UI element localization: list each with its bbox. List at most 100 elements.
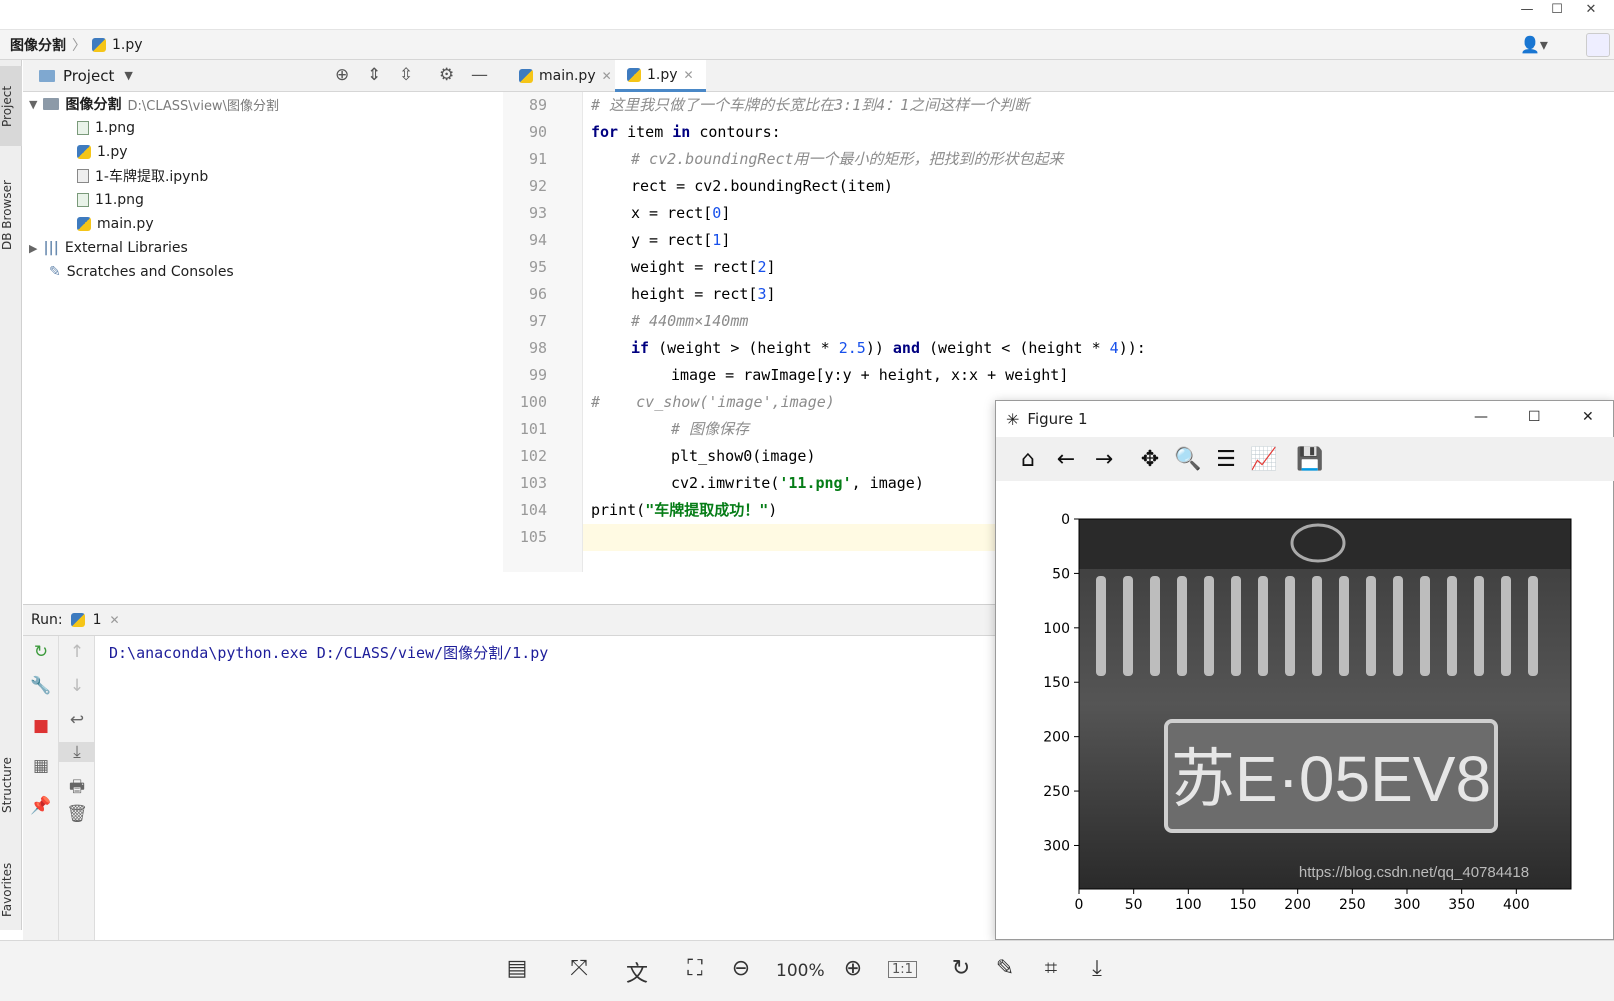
- pan-icon[interactable]: ✥: [1136, 445, 1164, 473]
- tree-item-file[interactable]: 11.png: [77, 188, 144, 212]
- scroll-to-end-icon[interactable]: ⤓: [59, 742, 95, 762]
- close-button[interactable]: ✕: [1580, 2, 1602, 17]
- close-tab-icon[interactable]: ✕: [109, 613, 119, 627]
- line-number: 97: [528, 312, 547, 330]
- trash-icon[interactable]: 🗑: [59, 804, 95, 824]
- edit-axes-icon[interactable]: 📈: [1250, 445, 1278, 473]
- line-number: 94: [528, 231, 547, 249]
- image-file-icon: [77, 121, 89, 135]
- layout-icon[interactable]: ▤: [502, 956, 532, 981]
- zoom-icon[interactable]: 🔍: [1174, 445, 1202, 473]
- breadcrumb-separator: 〉: [72, 37, 86, 54]
- line-number: 104: [519, 501, 547, 519]
- tree-item-file[interactable]: 1.py: [77, 140, 128, 164]
- tool-tab-db-browser[interactable]: DB Browser: [0, 160, 22, 270]
- close-button[interactable]: ✕: [1582, 409, 1594, 425]
- hide-panel-icon[interactable]: —: [471, 65, 488, 85]
- grille-bar: [1501, 576, 1511, 676]
- python-console-icon[interactable]: [1586, 33, 1610, 57]
- layout-icon[interactable]: ▦: [23, 756, 59, 776]
- code-line: image = rawImage[y:y + height, x:x + wei…: [671, 366, 1069, 384]
- code-line: for item in contours:: [591, 123, 781, 141]
- y-tick-label: 150: [1043, 675, 1070, 691]
- tool-tab-structure[interactable]: Structure: [0, 740, 22, 830]
- configure-icon[interactable]: ☰: [1212, 445, 1240, 473]
- chevron-down-icon[interactable]: ▼: [29, 98, 37, 111]
- tree-item-root[interactable]: ▼ 图像分割 D:\CLASS\view\图像分割: [29, 92, 279, 116]
- expand-all-icon[interactable]: ⇕: [367, 65, 381, 85]
- run-config-tab[interactable]: 1: [93, 612, 102, 628]
- line-number: 103: [519, 474, 547, 492]
- project-view-selector[interactable]: Project: [63, 67, 114, 85]
- grille-bar: [1312, 576, 1322, 676]
- chevron-right-icon[interactable]: ▶: [29, 242, 37, 255]
- home-icon[interactable]: ⌂: [1014, 445, 1042, 473]
- user-icon[interactable]: 👤▾: [1520, 35, 1548, 54]
- minimize-button[interactable]: —: [1474, 409, 1488, 425]
- tree-item-file[interactable]: 1-车牌提取.ipynb: [77, 164, 208, 188]
- maximize-button[interactable]: ☐: [1528, 409, 1541, 425]
- close-tab-icon[interactable]: ✕: [684, 68, 694, 82]
- back-icon[interactable]: ←: [1052, 445, 1080, 473]
- tool-tab-project[interactable]: Project: [0, 66, 22, 146]
- tool-tab-favorites[interactable]: Favorites: [0, 850, 22, 930]
- tree-item-label: 图像分割: [65, 97, 122, 113]
- x-tick-label: 0: [1075, 897, 1084, 913]
- rerun-icon[interactable]: ↻: [23, 642, 59, 662]
- grille-bar: [1177, 576, 1187, 676]
- print-icon[interactable]: 🖶: [59, 774, 95, 803]
- translate-icon[interactable]: 文: [622, 956, 652, 988]
- maximize-button[interactable]: ☐: [1546, 2, 1568, 17]
- tree-item-file[interactable]: 1.png: [77, 116, 135, 140]
- notebook-file-icon: [77, 169, 89, 183]
- tree-item-scratches[interactable]: ✎ Scratches and Consoles: [49, 260, 234, 284]
- image-file-icon: [77, 193, 89, 207]
- fit-icon[interactable]: ⤧: [564, 956, 594, 981]
- soft-wrap-icon[interactable]: ↩: [59, 710, 95, 730]
- grille-bar: [1420, 576, 1430, 676]
- actual-size-button[interactable]: 1:1: [888, 961, 917, 978]
- arrow-down-icon[interactable]: ↓: [59, 676, 95, 696]
- save-icon[interactable]: 💾: [1296, 445, 1324, 473]
- zoom-in-icon[interactable]: ⊕: [838, 956, 868, 981]
- close-tab-icon[interactable]: ✕: [602, 69, 612, 83]
- stop-icon[interactable]: ■: [23, 716, 59, 736]
- figure-title: Figure 1: [1027, 410, 1088, 428]
- gear-icon[interactable]: ⚙: [439, 65, 454, 85]
- edit-icon[interactable]: ✎: [990, 956, 1020, 981]
- breadcrumb-file[interactable]: 1.py: [112, 37, 143, 53]
- fullscreen-icon[interactable]: ⛶: [680, 956, 710, 981]
- x-tick-label: 400: [1503, 897, 1530, 913]
- locate-icon[interactable]: ⊕: [335, 65, 349, 85]
- code-line: print("车牌提取成功！"): [591, 501, 778, 519]
- tree-item-external-libraries[interactable]: ▶ ||| External Libraries: [29, 236, 188, 260]
- tab-1-py[interactable]: 1.py ✕: [615, 60, 706, 92]
- tree-item-file[interactable]: main.py: [77, 212, 154, 236]
- line-number-gutter: 89 90 91 92 93 94 95 96 97 98 99 100 101…: [503, 92, 583, 572]
- chevron-down-icon[interactable]: ▼: [124, 69, 132, 82]
- python-file-icon: [77, 145, 91, 159]
- plot-svg: 苏E·05EV8 https://blog.csdn.net/qq_407844…: [1043, 512, 1572, 913]
- tab-main-py[interactable]: main.py ✕: [507, 60, 624, 92]
- download-icon[interactable]: ⤓: [1082, 956, 1112, 981]
- forward-icon[interactable]: →: [1090, 445, 1118, 473]
- crop-icon[interactable]: ⌗: [1036, 956, 1066, 981]
- tab-label: 1.py: [647, 66, 678, 83]
- line-number: 101: [519, 420, 547, 438]
- minimize-button[interactable]: —: [1516, 2, 1538, 17]
- zoom-out-icon[interactable]: ⊖: [726, 956, 756, 981]
- y-tick-label: 300: [1043, 838, 1070, 854]
- collapse-all-icon[interactable]: ⇳: [399, 65, 413, 85]
- x-tick-label: 200: [1284, 897, 1311, 913]
- rotate-icon[interactable]: ↻: [946, 956, 976, 981]
- y-tick-label: 250: [1043, 784, 1070, 800]
- grille-bar: [1096, 576, 1106, 676]
- code-line: rect = cv2.boundingRect(item): [631, 177, 893, 195]
- tab-label: main.py: [539, 68, 596, 84]
- pin-icon[interactable]: 📌: [23, 796, 59, 816]
- code-line: # 图像保存: [671, 420, 750, 438]
- breadcrumb-project[interactable]: 图像分割: [10, 35, 66, 55]
- arrow-up-icon[interactable]: ↑: [59, 642, 95, 662]
- window-titlebar: — ☐ ✕: [0, 0, 1614, 30]
- wrench-icon[interactable]: 🔧: [23, 676, 59, 696]
